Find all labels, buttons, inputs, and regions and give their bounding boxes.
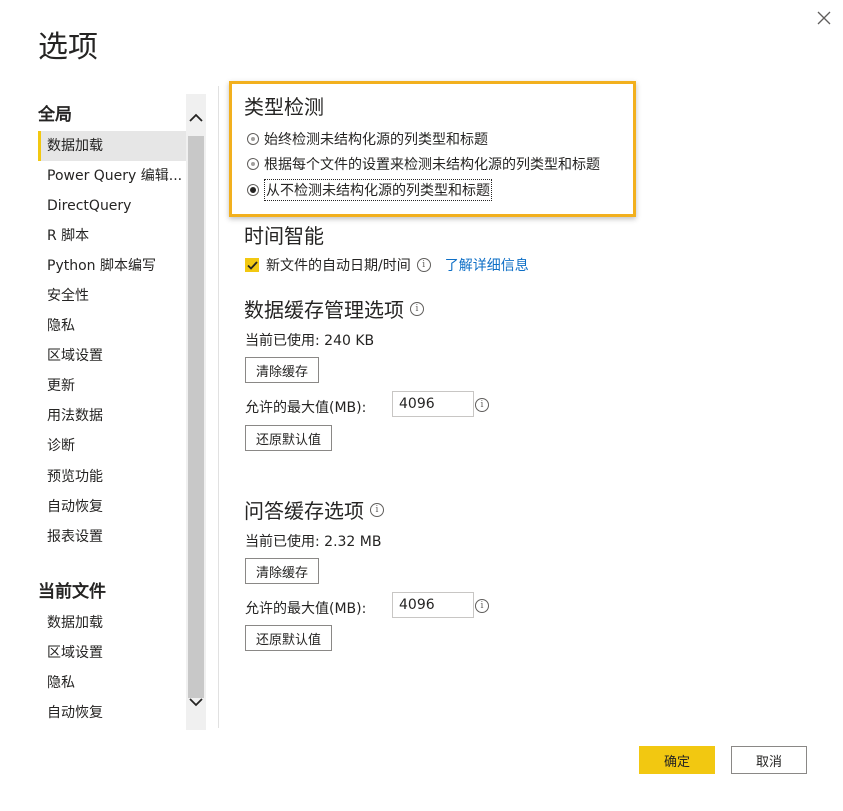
radio-never-detect[interactable]: 从不检测未结构化源的列类型和标题	[247, 179, 492, 201]
radio-label: 从不检测未结构化源的列类型和标题	[264, 179, 492, 201]
sidebar-nav: 全局 数据加载 Power Query 编辑... DirectQuery R …	[38, 94, 186, 730]
chevron-down-icon	[189, 698, 203, 707]
restore-data-cache-default-button[interactable]: 还原默认值	[245, 425, 333, 451]
info-icon[interactable]: i	[416, 258, 431, 272]
sidebar-item-r-script[interactable]: R 脚本	[38, 221, 186, 251]
sidebar-item-current-auto-recovery[interactable]: 自动恢复	[38, 698, 186, 728]
time-intelligence-title: 时间智能	[244, 224, 324, 248]
radio-label: 根据每个文件的设置来检测未结构化源的列类型和标题	[264, 157, 600, 173]
info-icon[interactable]: i	[370, 502, 384, 517]
sidebar-item-privacy[interactable]: 隐私	[38, 311, 186, 341]
data-cache-title-row: 数据缓存管理选项 i	[244, 294, 424, 323]
auto-date-checkbox[interactable]	[245, 258, 259, 272]
sidebar-scrollbar[interactable]	[186, 94, 206, 730]
radio-button[interactable]	[247, 158, 259, 170]
auto-date-row: 新文件的自动日期/时间 i 了解详细信息	[245, 255, 529, 275]
scroll-thumb[interactable]	[188, 136, 204, 698]
cancel-button[interactable]: 取消	[731, 746, 807, 774]
data-cache-max-label: 允许的最大值(MB):	[245, 400, 367, 416]
sidebar-item-python-script[interactable]: Python 脚本编写	[38, 251, 186, 281]
qa-cache-title: 问答缓存选项	[244, 499, 364, 523]
radio-button-selected[interactable]	[247, 184, 259, 196]
sidebar-item-current-regional-settings[interactable]: 区域设置	[38, 638, 186, 668]
sidebar-heading-current-file: 当前文件	[38, 582, 106, 602]
dialog-title: 选项	[38, 30, 98, 65]
auto-date-label: 新文件的自动日期/时间	[266, 258, 411, 274]
radio-always-detect[interactable]: 始终检测未结构化源的列类型和标题	[247, 129, 488, 149]
sidebar-item-diagnostics[interactable]: 诊断	[38, 431, 186, 461]
qa-cache-max-input[interactable]	[392, 592, 474, 618]
data-cache-max-input[interactable]	[392, 391, 474, 417]
chevron-up-icon	[189, 113, 203, 122]
data-cache-usage: 当前已使用: 240 KB	[245, 333, 375, 349]
sidebar-item-usage-data[interactable]: 用法数据	[38, 401, 186, 431]
sidebar-item-auto-recovery[interactable]: 自动恢复	[38, 492, 186, 522]
qa-cache-title-row: 问答缓存选项 i	[244, 495, 384, 524]
close-button[interactable]	[812, 6, 836, 30]
clear-data-cache-button[interactable]: 清除缓存	[245, 357, 320, 383]
qa-cache-max-label: 允许的最大值(MB):	[245, 601, 367, 617]
data-cache-title: 数据缓存管理选项	[244, 298, 404, 322]
close-icon	[817, 11, 831, 25]
ok-button[interactable]: 确定	[639, 746, 715, 774]
info-icon[interactable]: i	[410, 301, 424, 316]
checkmark-icon	[246, 260, 258, 270]
sidebar-item-security[interactable]: 安全性	[38, 281, 186, 311]
sidebar-item-preview-features[interactable]: 预览功能	[38, 462, 186, 492]
clear-qa-cache-button[interactable]: 清除缓存	[245, 558, 320, 584]
qa-cache-usage: 当前已使用: 2.32 MB	[245, 534, 382, 550]
scroll-up-button[interactable]	[186, 98, 206, 138]
sidebar-heading-global: 全局	[38, 105, 72, 125]
info-icon[interactable]: i	[475, 398, 489, 412]
vertical-divider	[218, 86, 219, 728]
sidebar-item-updates[interactable]: 更新	[38, 371, 186, 401]
sidebar-item-directquery[interactable]: DirectQuery	[38, 191, 186, 221]
sidebar-item-regional-settings[interactable]: 区域设置	[38, 341, 186, 371]
scroll-down-button[interactable]	[186, 682, 206, 722]
options-dialog: 选项 全局 数据加载 Power Query 编辑... DirectQuery…	[0, 0, 843, 811]
radio-label: 始终检测未结构化源的列类型和标题	[264, 132, 488, 148]
type-detection-title: 类型检测	[244, 95, 324, 119]
radio-detect-per-file[interactable]: 根据每个文件的设置来检测未结构化源的列类型和标题	[247, 154, 600, 174]
sidebar-item-power-query-editor[interactable]: Power Query 编辑...	[38, 161, 186, 191]
sidebar-item-report-settings[interactable]: 报表设置	[38, 522, 186, 552]
info-icon[interactable]: i	[475, 599, 489, 613]
sidebar-item-current-data-load[interactable]: 数据加载	[38, 608, 186, 638]
sidebar-item-current-privacy[interactable]: 隐私	[38, 668, 186, 698]
learn-more-link[interactable]: 了解详细信息	[445, 255, 529, 275]
restore-qa-cache-default-button[interactable]: 还原默认值	[245, 625, 333, 651]
radio-button[interactable]	[247, 133, 259, 145]
sidebar-item-data-load[interactable]: 数据加载	[38, 131, 186, 161]
